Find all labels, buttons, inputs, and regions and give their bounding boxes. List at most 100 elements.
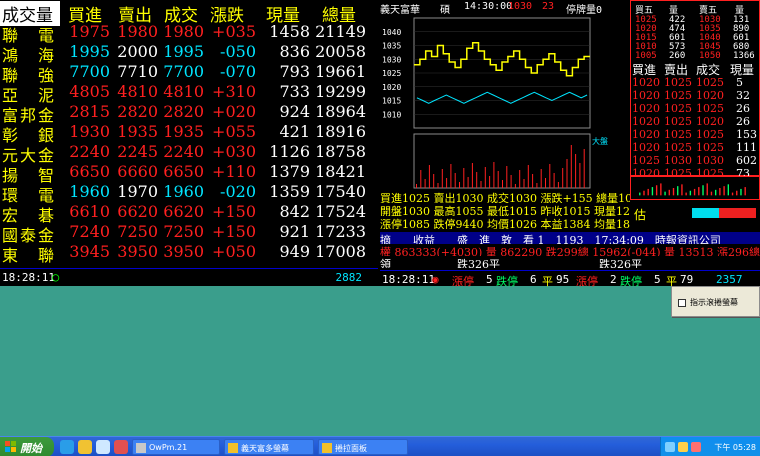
price-change: -050 — [220, 42, 256, 61]
tick-row: 1020 1025 1025 26 — [632, 102, 760, 115]
down-limit-count-2: 5 — [654, 273, 661, 286]
volume-bar — [540, 169, 542, 188]
current-volume: 1126 — [269, 142, 310, 161]
quote-summary: 買進1025 賣出1030 成交1030 漲跌+155 總量10641 開盤10… — [380, 190, 630, 230]
mini-volume-bar — [677, 186, 679, 196]
right-status-indicator-icon: ◉ — [432, 273, 439, 286]
tick-b: 1025 — [632, 154, 660, 167]
tick-a: 1025 — [664, 141, 692, 154]
deal-price: 2820 — [163, 102, 204, 121]
start-button[interactable]: 開始 — [0, 437, 54, 456]
deal-price: 1960 — [163, 182, 204, 201]
summary-line-1: 買進1025 賣出1030 成交1030 漲跌+155 總量10641 — [380, 192, 630, 203]
quote-row[interactable]: 宏 碁 6610 6620 6620 +150 842 17524 — [0, 202, 378, 225]
price-change: +055 — [212, 122, 256, 141]
quote-row[interactable]: 亞 泥 4805 4810 4810 +310 733 19299 — [0, 82, 378, 105]
total-volume: 17008 — [315, 242, 366, 261]
ask-price: 1935 — [117, 122, 158, 141]
taskbar-item-scroll-panel[interactable]: 捲拉面板 — [318, 439, 408, 455]
price-change: +020 — [212, 102, 256, 121]
total-volume: 18421 — [315, 162, 366, 181]
stock-name: 東 聯 — [2, 246, 57, 265]
mini-volume-bar — [639, 192, 641, 196]
volume-bar — [575, 154, 577, 188]
volume-bar — [433, 174, 435, 188]
tick-d: 1020 — [696, 115, 724, 128]
network-icon[interactable] — [665, 442, 675, 452]
price-change: +110 — [212, 162, 256, 181]
quote-row[interactable]: 揚 智 6650 6660 6650 +110 1379 18421 — [0, 162, 378, 185]
volume-bar — [570, 145, 572, 188]
mini-volume-chart — [630, 176, 760, 200]
volume-bar — [506, 166, 508, 188]
quote-row[interactable]: 元大金 2240 2245 2240 +030 1126 18758 — [0, 142, 378, 165]
tray-clock: 下午 05:28 — [714, 443, 756, 452]
tick-a: 1025 — [664, 115, 692, 128]
volume-bar — [471, 163, 473, 188]
status-time: 18:28:11 — [2, 271, 55, 284]
total-volume: 19661 — [315, 62, 366, 81]
quote-row[interactable]: 聯 強 7700 7710 7700 -070 793 19661 — [0, 62, 378, 85]
deal-price: 6620 — [163, 202, 204, 221]
y-tick-label: 1035 — [382, 42, 401, 51]
quote-row[interactable]: 彰 銀 1930 1935 1935 +055 421 18916 — [0, 122, 378, 145]
chart-count: 23 — [542, 1, 555, 12]
status-number: 2882 — [335, 271, 363, 284]
ask-price: 2820 — [117, 102, 158, 121]
up-limit-label-1: 漲停 — [452, 275, 474, 288]
bid-price: 4805 — [69, 82, 110, 101]
volume-bar — [489, 176, 491, 188]
volume-bar — [450, 164, 452, 188]
orderbook-row: 1025 422 1030 131 — [633, 15, 759, 25]
left-status-bar: 18:28:11 ○ 2882 — [0, 268, 378, 286]
app-window-icon — [228, 443, 238, 453]
volume-bar — [454, 173, 456, 188]
mini-volume-bar — [744, 187, 746, 196]
mini-volume-bar — [719, 188, 721, 196]
bid-price: 7700 — [69, 62, 110, 81]
ask-price: 1970 — [117, 182, 158, 201]
folder-quicklaunch-icon[interactable] — [78, 440, 92, 454]
taskbar-item-owpm[interactable]: OwPm.21 — [132, 439, 220, 455]
tick-a: 1025 — [664, 76, 692, 89]
orderbook-row: 1005 260 1050 1366 — [633, 51, 759, 61]
quote-row[interactable]: 聯 電 1975 1980 1980 +035 1458 21149 — [0, 22, 378, 45]
price-change: +050 — [212, 242, 256, 261]
volume-bar — [446, 178, 448, 188]
quote-row[interactable]: 環 電 1960 1970 1960 -020 1359 17540 — [0, 182, 378, 205]
down-limit-count-1: 6 — [530, 273, 537, 286]
mini-volume-bar — [693, 188, 696, 196]
scroll-toggle-label: 指示滾捲螢幕 — [690, 298, 738, 307]
tick-d: 1025 — [696, 128, 724, 141]
quote-table-header: 成交量 買進 賣出 成交 漲跌 現量 總量 — [0, 0, 378, 26]
volume-bar — [557, 182, 559, 188]
system-tray: 下午 05:28 — [660, 437, 760, 456]
quote-row[interactable]: 國泰金 7240 7250 7250 +150 921 17233 — [0, 222, 378, 245]
mini-volume-bar — [736, 190, 738, 196]
current-volume: 793 — [279, 62, 310, 81]
right-status-time: 18:28:11 — [382, 273, 435, 286]
mini-volume-bar — [664, 191, 666, 196]
volume-bar — [463, 168, 465, 188]
quote-row[interactable]: 東 聯 3945 3950 3950 +050 949 17008 — [0, 242, 378, 265]
total-volume: 18758 — [315, 142, 366, 161]
security-icon[interactable] — [691, 442, 701, 452]
scroll-toggle-checkbox[interactable] — [678, 299, 686, 307]
browser-quicklaunch-icon[interactable] — [60, 440, 74, 454]
volume-icon[interactable] — [678, 442, 688, 452]
desktop-quicklaunch-icon[interactable] — [96, 440, 110, 454]
taskbar-item-multiscreen[interactable]: 義天富多螢幕 — [224, 439, 314, 455]
tick-d: 1030 — [696, 154, 724, 167]
y-tick-label: 1025 — [382, 69, 401, 78]
tick-d: 1025 — [696, 141, 724, 154]
taskbar-item-label: OwPm.21 — [149, 443, 188, 452]
deal-price: 1935 — [163, 122, 204, 141]
ask-price: 2245 — [117, 142, 158, 161]
y-tick-label: 1020 — [382, 83, 401, 92]
quote-row[interactable]: 富邦金 2815 2820 2820 +020 924 18964 — [0, 102, 378, 125]
volume-bar — [459, 182, 460, 188]
quote-row[interactable]: 鴻 海 1995 2000 1995 -050 836 20058 — [0, 42, 378, 65]
media-quicklaunch-icon[interactable] — [114, 440, 128, 454]
ask-price: 6660 — [117, 162, 158, 181]
ticker-line-3: 領 跌326平 跌326平 — [380, 258, 642, 268]
